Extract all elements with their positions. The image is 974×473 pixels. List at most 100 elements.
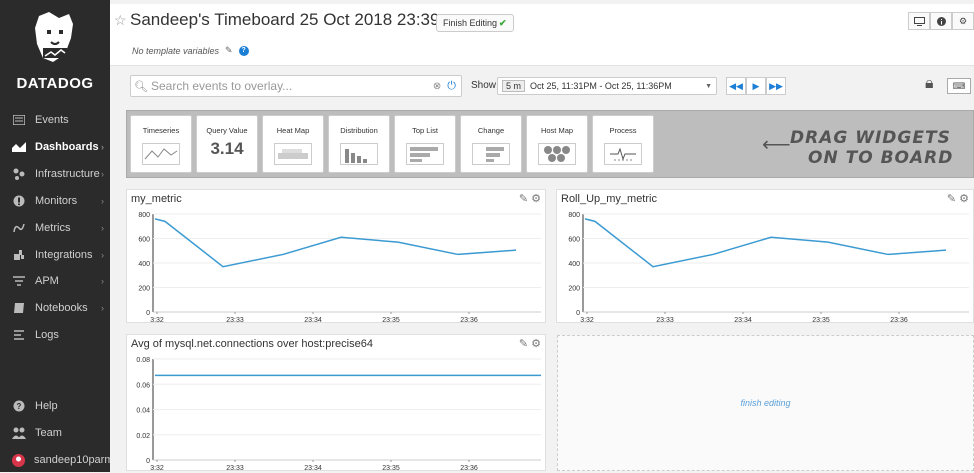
y-tick-label: 0.04	[136, 408, 150, 415]
help-icon[interactable]: ?	[238, 45, 249, 56]
sidebar-item-label: Help	[35, 400, 58, 412]
avatar	[12, 453, 25, 467]
widget-heat-map[interactable]: Heat Map	[262, 115, 324, 173]
pencil-icon[interactable]: ✎	[947, 193, 956, 205]
x-tick-label: 3:32	[580, 317, 594, 324]
y-tick-label: 600	[138, 237, 150, 244]
svg-text:?: ?	[17, 402, 22, 411]
time-range-text: Oct 25, 11:31PM - Oct 25, 11:36PM	[530, 81, 672, 91]
x-tick-label: 23:36	[890, 317, 908, 324]
integrations-icon	[12, 248, 26, 262]
sidebar-item-label: Dashboards	[35, 141, 99, 153]
series-line	[154, 218, 517, 268]
star-icon[interactable]: ☆	[114, 12, 127, 29]
info-icon[interactable]	[930, 12, 952, 30]
sidebar-item-infrastructure[interactable]: Infrastructure ›	[0, 161, 110, 187]
y-tick-label: 200	[568, 286, 580, 293]
host-map-icon	[538, 143, 576, 165]
page-title[interactable]: Sandeep's Timeboard 25 Oct 2018 23:39	[130, 10, 439, 30]
pencil-icon[interactable]: ✎	[519, 193, 528, 205]
sidebar-item-team[interactable]: Team	[0, 420, 110, 446]
sidebar-item-apm[interactable]: APM ›	[0, 268, 110, 294]
sidebar-item-label: Notebooks	[35, 302, 88, 314]
widget-label: Query Value	[206, 126, 248, 135]
graph-panel-mysql-connections[interactable]: Avg of mysql.net.connections over host:p…	[126, 334, 546, 472]
gear-icon[interactable]: ⚙	[531, 338, 541, 350]
time-span: 5 m	[502, 80, 526, 92]
time-controls: ◀◀ ▶ ▶▶	[726, 77, 786, 95]
gear-icon[interactable]: ⚙	[531, 193, 541, 205]
widget-query-value[interactable]: Query Value 3.14	[196, 115, 258, 173]
header-actions: ⚙	[908, 12, 974, 30]
pencil-icon[interactable]: ✎	[519, 338, 528, 350]
sidebar-item-logs[interactable]: Logs	[0, 322, 110, 348]
finish-editing-button[interactable]: Finish Editing ✔	[436, 14, 514, 32]
x-tick-label: 23:34	[304, 465, 322, 472]
power-icon[interactable]: ⏻	[447, 80, 456, 93]
search-input[interactable]	[151, 79, 433, 93]
sidebar-item-monitors[interactable]: Monitors ›	[0, 188, 110, 214]
widget-process[interactable]: Process	[592, 115, 654, 173]
x-tick-label: 23:35	[812, 317, 830, 324]
show-label: Show	[471, 80, 497, 91]
metrics-icon	[12, 221, 26, 235]
tv-mode-icon[interactable]	[908, 12, 930, 30]
sidebar-item-user[interactable]: sandeep10parm...	[0, 447, 123, 473]
rewind-button[interactable]: ◀◀	[726, 77, 746, 95]
widget-label: Host Map	[540, 126, 574, 135]
chevron-right-icon: ›	[101, 250, 104, 260]
sidebar-item-help[interactable]: ? Help	[0, 393, 110, 419]
sidebar-item-integrations[interactable]: Integrations ›	[0, 242, 110, 268]
chevron-right-icon: ›	[101, 223, 104, 233]
widget-timeseries[interactable]: Timeseries	[130, 115, 192, 173]
fast-forward-button[interactable]: ▶▶	[766, 77, 786, 95]
datadog-logo[interactable]: DATADOG	[0, 8, 110, 92]
time-range-select[interactable]: 5 m Oct 25, 11:31PM - Oct 25, 11:36PM ▼	[497, 77, 717, 95]
widget-change[interactable]: Change	[460, 115, 522, 173]
clear-icon[interactable]: ⊗	[433, 81, 441, 92]
sidebar-item-label: Team	[35, 427, 62, 439]
widget-label: Process	[609, 126, 637, 135]
sidebar-item-metrics[interactable]: Metrics ›	[0, 215, 110, 241]
lock-icon[interactable]: 🔒︎	[925, 75, 934, 93]
y-tick-label: 200	[138, 286, 150, 293]
graph-panel-my-metric[interactable]: my_metric ✎ ⚙ 0 200 400 600 800 3:32 23:33 23:3…	[126, 189, 546, 324]
sidebar-item-notebooks[interactable]: Notebooks ›	[0, 295, 110, 321]
template-variables: No template variables ✎ ?	[132, 45, 249, 56]
keyboard-icon[interactable]: ⌨	[947, 78, 971, 94]
graph-tools: ✎ ⚙	[947, 192, 969, 205]
x-tick-label: 23:34	[734, 317, 752, 324]
widget-label: Timeseries	[142, 126, 180, 135]
widget-top-list[interactable]: Top List	[394, 115, 456, 173]
top-list-icon	[406, 143, 444, 165]
y-tick-label: 0	[146, 458, 150, 465]
y-tick-label: 0.02	[136, 433, 150, 440]
brand-name: DATADOG	[16, 75, 94, 92]
distribution-icon	[340, 143, 378, 165]
y-tick-label: 0	[576, 310, 580, 317]
y-tick-label: 800	[568, 212, 580, 219]
y-tick-label: 800	[138, 212, 150, 219]
graph-title: Avg of mysql.net.connections over host:p…	[131, 338, 373, 350]
placeholder-label: finish editing	[740, 398, 791, 408]
event-search[interactable]: 🔍︎ ⊗ ⏻	[130, 75, 462, 97]
graph-panel-roll-up-my-metric[interactable]: Roll_Up_my_metric ✎ ⚙ 0 200 400 600 800 3:32 2…	[556, 189, 974, 324]
help-icon: ?	[12, 399, 26, 413]
sidebar-item-dashboards[interactable]: Dashboards ›	[0, 134, 110, 160]
dashboard-header: ☆ Sandeep's Timeboard 25 Oct 2018 23:39 …	[110, 4, 974, 66]
chevron-right-icon: ›	[101, 196, 104, 206]
gear-icon[interactable]: ⚙	[959, 193, 969, 205]
query-value-sample: 3.14	[210, 139, 244, 158]
pencil-icon[interactable]: ✎	[225, 45, 233, 56]
widget-distribution[interactable]: Distribution	[328, 115, 390, 173]
x-tick-label: 23:33	[226, 465, 244, 472]
play-button[interactable]: ▶	[746, 77, 766, 95]
widget-host-map[interactable]: Host Map	[526, 115, 588, 173]
y-tick-label: 0	[146, 310, 150, 317]
finish-editing-placeholder[interactable]: finish editing	[557, 335, 974, 471]
timeseries-icon	[142, 143, 180, 165]
gear-icon[interactable]: ⚙	[952, 12, 974, 30]
sidebar-item-events[interactable]: Events	[0, 107, 110, 133]
sidebar-item-label: Events	[35, 114, 69, 126]
sidebar: DATADOG Events Dashboards › Infrastructu…	[0, 0, 123, 473]
